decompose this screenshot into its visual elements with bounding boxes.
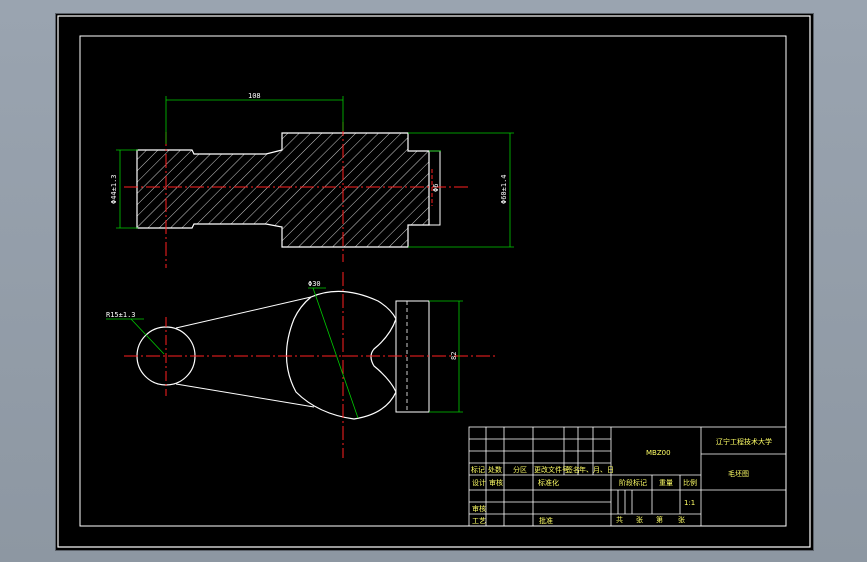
label-standardize: 标准化 <box>538 478 559 487</box>
part-code: MBZ00 <box>646 449 671 457</box>
drawing-canvas[interactable]: 108 Φ44±1.3 Φ6 Φ60±1.4 R15±1.3 Φ30 82 MB… <box>55 13 814 551</box>
dim-phi30-leader <box>312 287 359 419</box>
big-boss-outline <box>285 290 397 420</box>
label-design: 设计 <box>472 478 486 487</box>
sheet-total: 共 <box>616 515 623 524</box>
dim-108-text: 108 <box>248 92 261 100</box>
arm-upper-edge <box>175 296 312 329</box>
label-craft: 工艺 <box>472 517 486 525</box>
outer-frame <box>57 15 811 548</box>
label-zone: 分区 <box>513 465 527 474</box>
label-date: 年、月、日 <box>579 465 614 474</box>
dim-82-text: 82 <box>450 352 458 360</box>
label-scale: 比例 <box>683 478 697 487</box>
sheet-unit: 张 <box>636 515 643 524</box>
scale-value: 1:1 <box>684 499 695 507</box>
label-approve: 批准 <box>539 516 553 525</box>
section-hatch <box>136 132 430 248</box>
label-sign: 签名 <box>566 465 580 474</box>
drawing-svg: 108 Φ44±1.3 Φ6 Φ60±1.4 R15±1.3 Φ30 82 MB… <box>57 15 811 548</box>
dim-right-text: Φ60±1.4 <box>500 174 508 204</box>
dim-r15-text: R15±1.3 <box>106 311 136 319</box>
dim-phi30-text: Φ30 <box>308 280 321 288</box>
sheet-no: 第 <box>656 515 663 524</box>
label-review-top: 审核 <box>489 478 503 487</box>
dim-mid-text: Φ6 <box>432 184 440 192</box>
inner-frame <box>79 35 787 527</box>
label-mark: 标记 <box>471 465 485 474</box>
label-stage-mark: 阶段标记 <box>619 478 647 487</box>
label-weight: 重量 <box>659 479 673 487</box>
top-section-view: 108 Φ44±1.3 Φ6 Φ60±1.4 <box>110 92 514 268</box>
sheet-unit2: 张 <box>678 515 685 524</box>
label-review: 审核 <box>472 504 486 513</box>
label-count: 处数 <box>488 465 502 474</box>
drawing-name: 毛坯图 <box>728 469 749 478</box>
cad-viewport: 108 Φ44±1.3 Φ6 Φ60±1.4 R15±1.3 Φ30 82 MB… <box>0 0 867 562</box>
dim-r15-leader-diag <box>130 318 165 355</box>
school-name: 辽宁工程技术大学 <box>716 437 772 446</box>
bottom-plan-view: R15±1.3 Φ30 82 <box>106 272 498 458</box>
label-change-doc: 更改文件号 <box>534 465 569 474</box>
dim-left-text: Φ44±1.3 <box>110 174 118 204</box>
